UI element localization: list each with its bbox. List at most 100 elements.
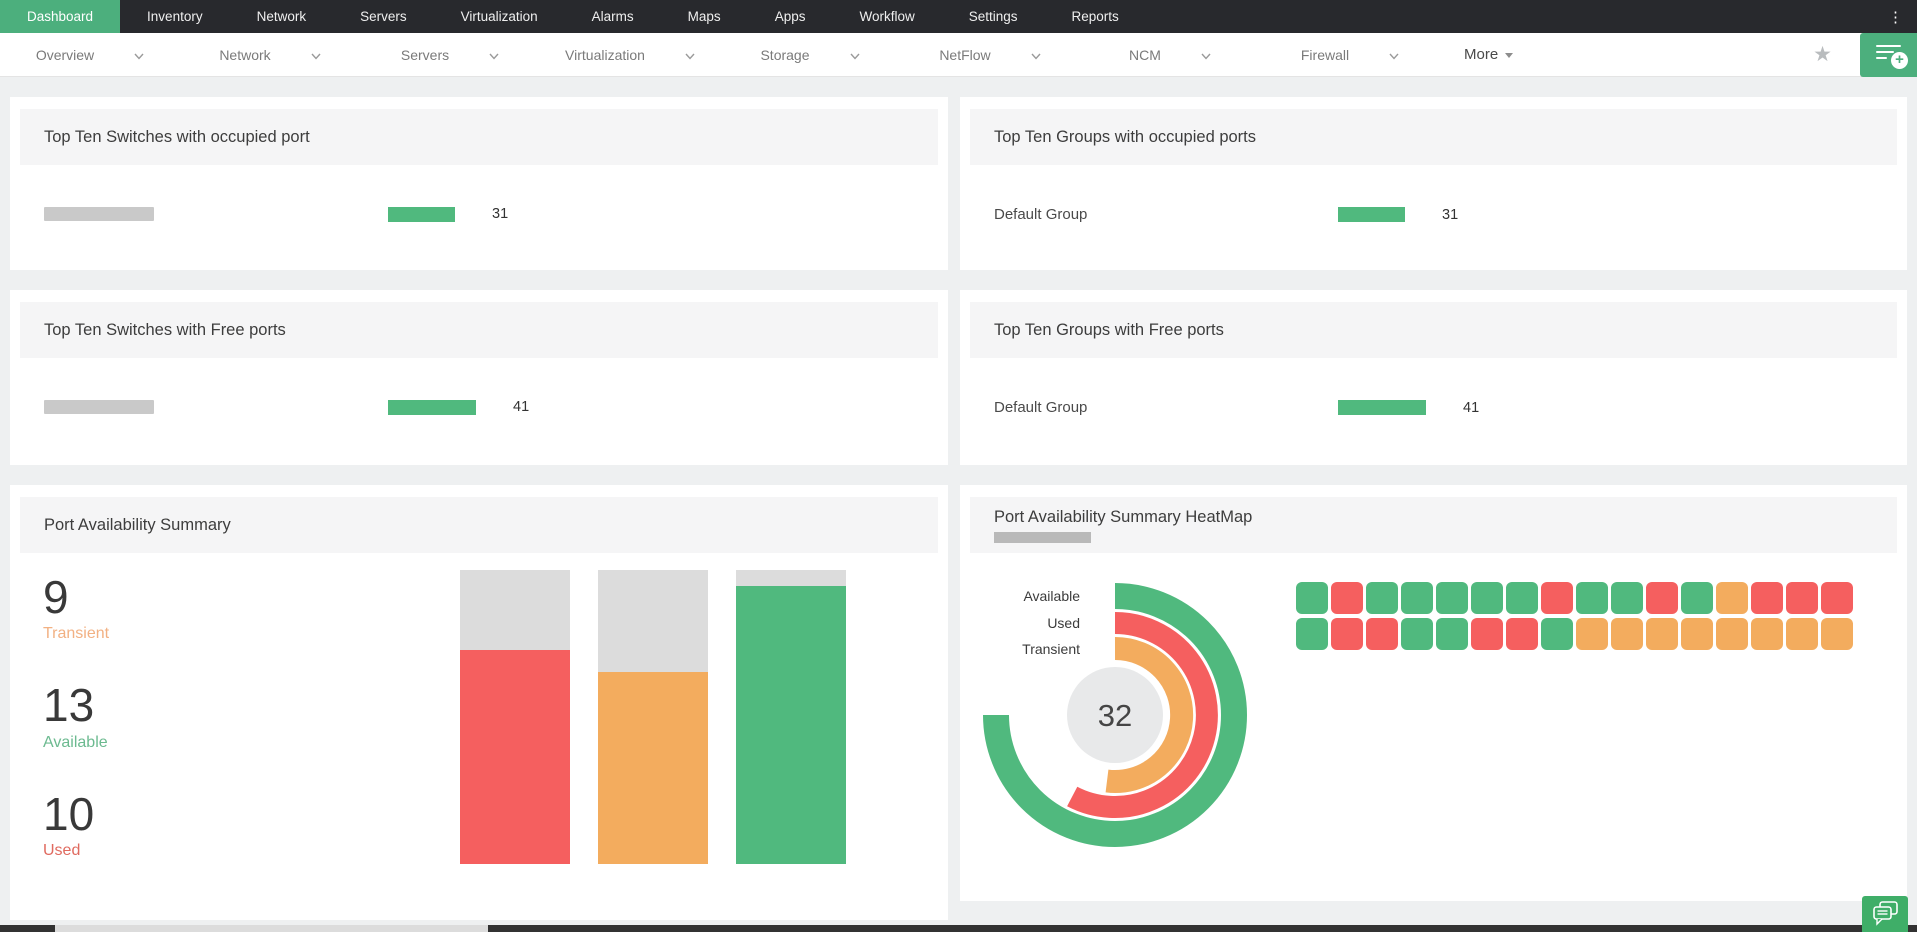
heatmap-cell[interactable] bbox=[1786, 618, 1818, 650]
heatmap-cell[interactable] bbox=[1611, 618, 1643, 650]
heatmap-cell[interactable] bbox=[1716, 618, 1748, 650]
stat-value: 9 bbox=[43, 571, 69, 623]
nav-item-network[interactable]: Network bbox=[230, 0, 334, 33]
heatmap-cell[interactable] bbox=[1576, 618, 1608, 650]
chevron-down-icon bbox=[1201, 47, 1211, 63]
row-value-bar bbox=[388, 399, 476, 415]
subtab-overview[interactable]: Overview bbox=[0, 47, 180, 63]
heatmap-cell[interactable] bbox=[1821, 582, 1853, 614]
subtab-firewall[interactable]: Firewall bbox=[1260, 47, 1440, 63]
subtab-storage[interactable]: Storage bbox=[720, 47, 900, 63]
ring-label-transient: Transient bbox=[1022, 640, 1080, 657]
subtab-ncm[interactable]: NCM bbox=[1080, 47, 1260, 63]
chat-bubbles-icon bbox=[1873, 901, 1898, 926]
panel-title: Top Ten Switches with occupied port bbox=[44, 127, 310, 146]
heatmap-cell[interactable] bbox=[1541, 618, 1573, 650]
heatmap-cell[interactable] bbox=[1436, 618, 1468, 650]
nav-item-apps[interactable]: Apps bbox=[748, 0, 833, 33]
heatmap-cell[interactable] bbox=[1366, 618, 1398, 650]
nav-item-virtualization[interactable]: Virtualization bbox=[434, 0, 565, 33]
heatmap-cell[interactable] bbox=[1506, 582, 1538, 614]
chevron-down-icon bbox=[685, 47, 695, 63]
stat-label: Used bbox=[43, 841, 81, 859]
heatmap-cell[interactable] bbox=[1716, 582, 1748, 614]
row-value: 41 bbox=[1463, 399, 1480, 416]
subtab-network[interactable]: Network bbox=[180, 47, 360, 63]
subtab-virtualization[interactable]: Virtualization bbox=[540, 47, 720, 63]
heatmap-cell[interactable] bbox=[1471, 582, 1503, 614]
column-transient bbox=[598, 570, 708, 864]
heatmap-cell[interactable] bbox=[1401, 582, 1433, 614]
heatmap-cell[interactable] bbox=[1646, 618, 1678, 650]
subtab-label: NetFlow bbox=[939, 46, 991, 63]
heatmap-cell[interactable] bbox=[1541, 582, 1573, 614]
row-value-bar bbox=[1338, 207, 1405, 222]
redacted-subtitle bbox=[994, 531, 1091, 543]
nav-item-reports[interactable]: Reports bbox=[1045, 0, 1146, 33]
chevron-down-icon bbox=[489, 47, 499, 63]
nav-item-dashboard[interactable]: Dashboard bbox=[0, 0, 121, 33]
nav-item-settings[interactable]: Settings bbox=[942, 0, 1045, 33]
add-dashboard-button[interactable]: + bbox=[1860, 32, 1917, 77]
chevron-down-icon bbox=[1031, 47, 1041, 63]
redacted-label bbox=[44, 400, 154, 414]
top-ten-rows: Default Group 41 bbox=[960, 399, 1907, 416]
column-remainder bbox=[460, 570, 570, 650]
chevron-down-icon bbox=[311, 47, 321, 63]
heatmap-cell[interactable] bbox=[1436, 582, 1468, 614]
nav-item-inventory[interactable]: Inventory bbox=[120, 0, 230, 33]
subtab-netflow[interactable]: NetFlow bbox=[900, 47, 1080, 63]
tab-more[interactable]: More bbox=[1464, 46, 1514, 63]
heatmap-cell[interactable] bbox=[1751, 618, 1783, 650]
nav-item-maps[interactable]: Maps bbox=[661, 0, 748, 33]
top-navbar: Dashboard Inventory Network Servers Virtuali… bbox=[0, 0, 1917, 33]
menu-line-icon bbox=[1876, 56, 1887, 59]
panel-port-availability-heatmap: Port Availability Summary HeatMap 32 Ava… bbox=[960, 485, 1907, 901]
subtab-label: Storage bbox=[760, 46, 810, 63]
column-fill bbox=[598, 672, 708, 864]
heatmap-cell[interactable] bbox=[1611, 582, 1643, 614]
heatmap-cell[interactable] bbox=[1471, 618, 1503, 650]
heatmap-cell[interactable] bbox=[1331, 582, 1363, 614]
chevron-down-icon bbox=[134, 47, 144, 63]
heatmap-cell[interactable] bbox=[1331, 618, 1363, 650]
heatmap-cell[interactable] bbox=[1506, 618, 1538, 650]
heatmap-cell[interactable] bbox=[1576, 582, 1608, 614]
chevron-down-icon bbox=[1389, 47, 1399, 63]
heatmap-cell[interactable] bbox=[1681, 582, 1713, 614]
horizontal-scrollbar[interactable] bbox=[0, 925, 1917, 932]
top-ten-rows: Default Group 31 bbox=[960, 206, 1907, 223]
panel-title: Top Ten Switches with Free ports bbox=[44, 320, 286, 339]
stat-value: 10 bbox=[43, 787, 95, 840]
row-label bbox=[44, 400, 388, 414]
panel-title: Top Ten Groups with occupied ports bbox=[994, 127, 1257, 146]
nav-item-alarms[interactable]: Alarms bbox=[565, 0, 661, 33]
nav-item-workflow[interactable]: Workflow bbox=[832, 0, 941, 33]
heatmap-cell[interactable] bbox=[1786, 582, 1818, 614]
heatmap-cell[interactable] bbox=[1366, 582, 1398, 614]
column-fill bbox=[736, 586, 846, 864]
heatmap-grid bbox=[1296, 582, 1853, 650]
column-available bbox=[736, 570, 846, 864]
panel-groups-free: Top Ten Groups with Free ports Default G… bbox=[960, 290, 1907, 465]
row-value: 41 bbox=[513, 399, 530, 415]
heatmap-cell[interactable] bbox=[1681, 618, 1713, 650]
chat-support-button[interactable] bbox=[1862, 896, 1908, 932]
panel-header: Top Ten Switches with Free ports bbox=[20, 302, 938, 358]
favorite-star-icon[interactable]: ★ bbox=[1813, 42, 1832, 67]
heatmap-cell[interactable] bbox=[1646, 582, 1678, 614]
subtab-label: Firewall bbox=[1300, 46, 1350, 63]
menu-line-icon bbox=[1876, 44, 1901, 47]
stat-value: 13 bbox=[43, 679, 95, 732]
heatmap-cell[interactable] bbox=[1296, 618, 1328, 650]
heatmap-cell[interactable] bbox=[1751, 582, 1783, 614]
heatmap-cell[interactable] bbox=[1821, 618, 1853, 650]
panel-title: Top Ten Groups with Free ports bbox=[994, 320, 1224, 339]
nav-item-servers[interactable]: Servers bbox=[333, 0, 434, 33]
kebab-menu-icon[interactable]: ⋮ bbox=[1874, 0, 1917, 33]
heatmap-cell[interactable] bbox=[1401, 618, 1433, 650]
heatmap-cell[interactable] bbox=[1296, 582, 1328, 614]
top-ten-rows: 41 bbox=[10, 399, 948, 415]
scrollbar-thumb[interactable] bbox=[55, 925, 488, 932]
subtab-servers[interactable]: Servers bbox=[360, 47, 540, 63]
